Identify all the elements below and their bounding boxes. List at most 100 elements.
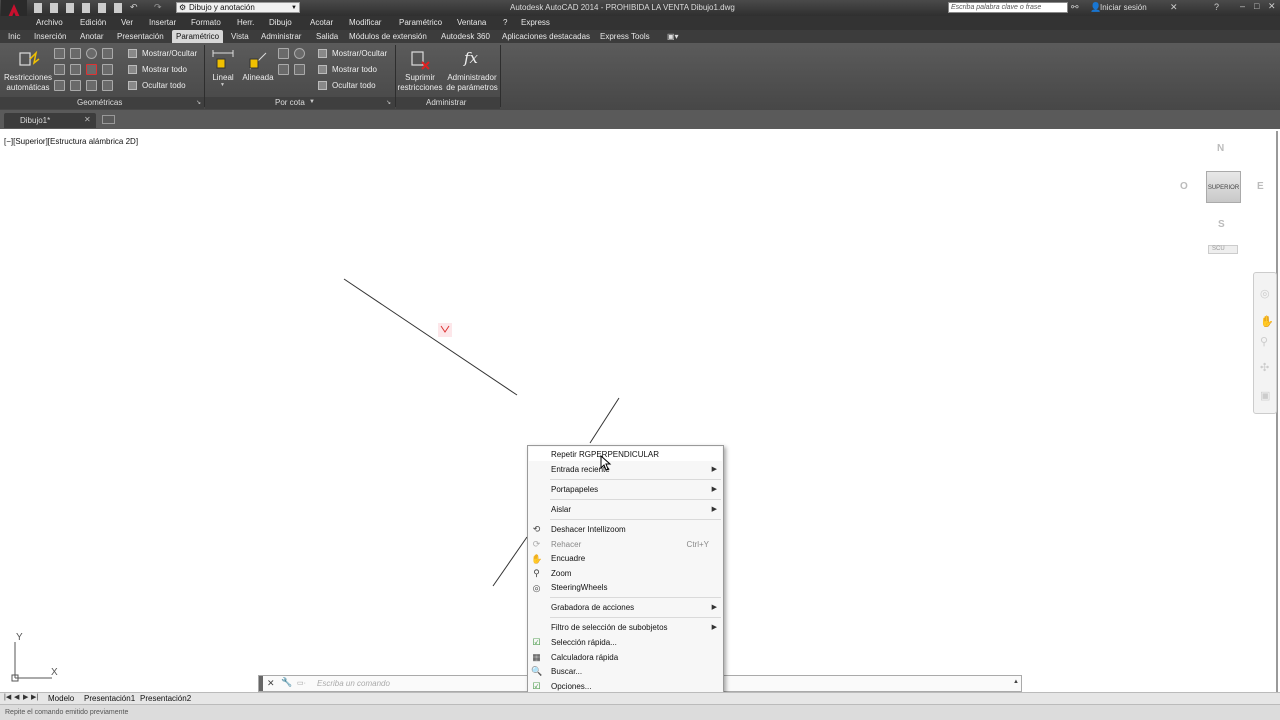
linear-chevron-down-icon[interactable]: ▼: [220, 82, 225, 88]
horizontal-icon[interactable]: [86, 64, 97, 75]
layout-tab-presentacion2[interactable]: Presentación2: [140, 694, 191, 703]
signin-button[interactable]: Iniciar sesión: [1100, 3, 1147, 12]
orbit-icon[interactable]: ✣: [1260, 361, 1269, 374]
viewcube-face[interactable]: SUPERIOR: [1206, 171, 1241, 203]
cmd-settings-icon[interactable]: 🔧: [281, 677, 292, 688]
menu-item-ver[interactable]: Ver: [121, 18, 133, 27]
menu-item-herr[interactable]: Herr.: [237, 18, 254, 27]
menu-item-modificar[interactable]: Modificar: [349, 18, 381, 27]
tab-inicio[interactable]: Inic: [8, 32, 20, 41]
menu-item-edicion[interactable]: Edición: [80, 18, 106, 27]
fix-icon[interactable]: [102, 48, 113, 59]
compass-north[interactable]: N: [1217, 143, 1224, 154]
coincident-icon[interactable]: [54, 48, 65, 59]
layout-tab-presentacion1[interactable]: Presentación1: [84, 694, 135, 703]
parallel-icon[interactable]: [54, 64, 65, 75]
menu-item-ventana[interactable]: Ventana: [457, 18, 486, 27]
command-input[interactable]: Escriba un comando: [317, 679, 390, 688]
menu-item-archivo[interactable]: Archivo: [36, 18, 63, 27]
ctx-steeringwheels[interactable]: SteeringWheels: [551, 583, 607, 592]
menu-item-insertar[interactable]: Insertar: [149, 18, 176, 27]
tab-modulos[interactable]: Módulos de extensión: [349, 32, 427, 41]
exchange-icon[interactable]: ✕: [1170, 2, 1178, 13]
menu-item-help[interactable]: ?: [503, 18, 507, 27]
ctx-clipboard[interactable]: Portapapeles: [551, 485, 598, 494]
doc-tab-close-icon[interactable]: ✕: [84, 115, 91, 124]
plot-icon[interactable]: [114, 3, 122, 13]
menu-item-parametrico[interactable]: Paramétrico: [399, 18, 442, 27]
ctx-quick-select[interactable]: Selección rápida...: [551, 638, 617, 647]
tab-anotar[interactable]: Anotar: [80, 32, 104, 41]
layout-tab-model[interactable]: Modelo: [48, 694, 74, 703]
parameters-manager-button[interactable]: fx Administrador de parámetros: [445, 47, 499, 93]
tab-insercion[interactable]: Inserción: [34, 32, 66, 41]
cmd-close-icon[interactable]: ✕: [267, 678, 275, 689]
doc-tab-dibujo1[interactable]: Dibujo1* ✕: [4, 113, 96, 128]
tab-presentacion[interactable]: Presentación: [117, 32, 164, 41]
new-icon[interactable]: [34, 3, 42, 13]
tab-parametrico[interactable]: Paramétrico: [172, 30, 224, 43]
menu-item-express[interactable]: Express: [521, 18, 550, 27]
linear-dimension-button[interactable]: Lineal ▼: [209, 47, 237, 91]
next-layout-icon[interactable]: ▶: [23, 693, 28, 701]
minimize-icon[interactable]: –: [1240, 1, 1245, 11]
symmetric-icon[interactable]: [86, 80, 97, 91]
tab-salida[interactable]: Salida: [316, 32, 338, 41]
ctx-action-recorder[interactable]: Grabadora de acciones: [551, 603, 634, 612]
ctx-subobject-filter[interactable]: Filtro de selección de subobjetos: [551, 623, 668, 632]
ctx-zoom[interactable]: Zoom: [551, 569, 571, 578]
concentric-icon[interactable]: [86, 48, 97, 59]
save-icon[interactable]: [66, 3, 74, 13]
aligned-dimension-button[interactable]: Alineada: [241, 47, 275, 91]
ctx-pan[interactable]: Encuadre: [551, 554, 585, 563]
new-tab-icon[interactable]: [102, 115, 115, 124]
pan-icon[interactable]: ✋: [1260, 315, 1274, 328]
ctx-find[interactable]: Buscar...: [551, 667, 582, 676]
search-input[interactable]: Escriba palabra clave o frase: [948, 2, 1068, 13]
compass-south[interactable]: S: [1218, 219, 1225, 230]
prev-layout-icon[interactable]: ◀: [14, 693, 19, 701]
first-layout-icon[interactable]: |◀: [4, 693, 11, 701]
zoom-icon[interactable]: ⚲: [1260, 335, 1268, 348]
tab-express-tools[interactable]: Express Tools: [600, 32, 650, 41]
diameter-icon[interactable]: [278, 64, 289, 75]
collinear-icon[interactable]: [70, 48, 81, 59]
close-icon[interactable]: ✕: [1268, 1, 1276, 12]
geo-panel-launcher-icon[interactable]: ↘: [196, 99, 201, 106]
cmd-grip[interactable]: [259, 676, 263, 691]
perpendicular-icon[interactable]: [70, 64, 81, 75]
auto-constrain-button[interactable]: Restricciones automáticas: [4, 47, 52, 95]
workspace-dropdown[interactable]: ⚙ Dibujo y anotación ▼: [176, 2, 300, 13]
cmd-history-chevron-icon[interactable]: ▲: [1013, 679, 1019, 685]
help-icon[interactable]: ?: [1214, 2, 1219, 12]
dim-panel-launcher-icon[interactable]: ↘: [386, 99, 391, 106]
compass-east[interactable]: E: [1257, 181, 1264, 192]
video-icon[interactable]: ▣▾: [667, 32, 679, 41]
tab-aplicaciones[interactable]: Aplicaciones destacadas: [502, 32, 590, 41]
tangent-icon[interactable]: [54, 80, 65, 91]
tab-administrar[interactable]: Administrar: [261, 32, 301, 41]
tab-vista[interactable]: Vista: [231, 32, 249, 41]
save-as-icon[interactable]: [82, 3, 90, 13]
delete-constraints-button[interactable]: Suprimir restricciones: [397, 47, 443, 93]
ucs-menu[interactable]: SCU: [1208, 245, 1238, 254]
undo-icon[interactable]: ↶: [130, 2, 138, 13]
last-layout-icon[interactable]: ▶|: [31, 693, 38, 701]
menu-item-formato[interactable]: Formato: [191, 18, 221, 27]
ctx-quick-calc[interactable]: Calculadora rápida: [551, 653, 618, 662]
steeringwheel-icon[interactable]: ◎: [1260, 287, 1270, 300]
compass-west[interactable]: O: [1180, 181, 1188, 192]
ctx-options[interactable]: Opciones...: [551, 682, 591, 691]
tab-autodesk360[interactable]: Autodesk 360: [441, 32, 490, 41]
vertical-icon[interactable]: [102, 64, 113, 75]
equal-icon[interactable]: [102, 80, 113, 91]
binoculars-icon[interactable]: ⚯: [1071, 2, 1079, 13]
redo-icon[interactable]: ↷: [154, 2, 162, 13]
menu-item-dibujo[interactable]: Dibujo: [269, 18, 292, 27]
print-icon[interactable]: [98, 3, 106, 13]
smooth-icon[interactable]: [70, 80, 81, 91]
menu-item-acotar[interactable]: Acotar: [310, 18, 333, 27]
angular-icon[interactable]: [278, 48, 289, 59]
open-icon[interactable]: [50, 3, 58, 13]
maximize-icon[interactable]: □: [1254, 1, 1259, 11]
